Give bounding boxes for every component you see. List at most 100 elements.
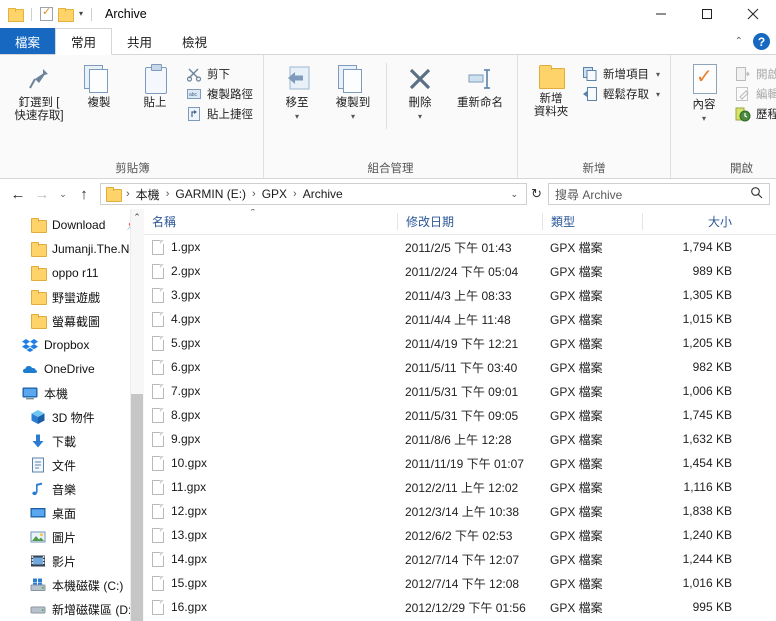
address-bar[interactable]: › 本機 › GARMIN (E:) › GPX › Archive ⌄ [100, 183, 528, 205]
column-header-type[interactable]: 類型 [542, 213, 642, 230]
divider [386, 63, 387, 129]
copy-button[interactable]: 複製 [72, 61, 126, 110]
sidebar-item-local-disk-c[interactable]: 本機磁碟 (C:) [0, 573, 144, 597]
tab-share[interactable]: 共用 [112, 28, 167, 54]
table-row[interactable]: 11.gpx 2012/2/11 上午 12:02 GPX 檔案 1,116 KB [144, 475, 776, 499]
column-header-name[interactable]: 名稱 ⌃ [144, 209, 397, 230]
file-date: 2011/5/31 下午 09:01 [405, 384, 519, 399]
sidebar-item-download[interactable]: Download 📌 [0, 213, 144, 237]
new-small-commands: 新增項目 ▾ 輕鬆存取 ▾ [580, 61, 664, 103]
sidebar-item-jumanji[interactable]: Jumanji.The.Ne [0, 237, 144, 261]
tab-file[interactable]: 檔案 [0, 28, 56, 54]
up-button[interactable]: ↑ [72, 182, 96, 206]
breadcrumb-item-3[interactable]: Archive [300, 187, 346, 201]
back-button[interactable]: ← [6, 182, 30, 206]
table-row[interactable]: 3.gpx 2011/4/3 上午 08:33 GPX 檔案 1,305 KB [144, 283, 776, 307]
file-type: GPX 檔案 [550, 576, 603, 591]
easy-access-button[interactable]: 輕鬆存取 ▾ [580, 85, 664, 103]
table-row[interactable]: 13.gpx 2012/6/2 下午 02:53 GPX 檔案 1,240 KB [144, 523, 776, 547]
maximize-button[interactable] [684, 0, 730, 28]
refresh-button[interactable]: ↻ [527, 186, 548, 202]
scrollbar-thumb[interactable] [131, 394, 143, 621]
minimize-button[interactable] [638, 0, 684, 28]
delete-button[interactable]: 刪除 ▾ [393, 61, 447, 123]
sidebar-item-onedrive[interactable]: OneDrive [0, 357, 144, 381]
properties-checkbox-icon[interactable] [40, 5, 53, 21]
clipboard-small-commands: 剪下 abc 複製路徑 貼上捷徑 [184, 61, 257, 123]
cut-button[interactable]: 剪下 [184, 65, 257, 83]
table-row[interactable]: 9.gpx 2011/8/6 上午 12:28 GPX 檔案 1,632 KB [144, 427, 776, 451]
copy-to-button[interactable]: 複製到 ▾ [326, 61, 380, 123]
folder-icon[interactable] [8, 8, 24, 22]
chevron-down-icon[interactable]: ▾ [656, 90, 660, 99]
sidebar-scrollbar[interactable]: ⌃ [130, 209, 144, 621]
table-row[interactable]: 5.gpx 2011/4/19 下午 12:21 GPX 檔案 1,205 KB [144, 331, 776, 355]
pin-to-quick-access-button[interactable]: 釘選到 [ 快速存取] [8, 61, 70, 123]
table-row[interactable]: 10.gpx 2011/11/19 下午 01:07 GPX 檔案 1,454 KB [144, 451, 776, 475]
file-name: 1.gpx [171, 240, 201, 254]
table-row[interactable]: 6.gpx 2011/5/11 下午 03:40 GPX 檔案 982 KB [144, 355, 776, 379]
history-button[interactable]: 歷程記錄 [733, 105, 776, 123]
column-header-date[interactable]: 修改日期 [397, 213, 542, 230]
search-input[interactable]: 搜尋 Archive [548, 183, 770, 205]
sidebar-item-documents[interactable]: 文件 [0, 453, 144, 477]
breadcrumb-item-0[interactable]: 本機 [133, 186, 163, 203]
table-row[interactable]: 1.gpx 2011/2/5 下午 01:43 GPX 檔案 1,794 KB [144, 235, 776, 259]
breadcrumb-item-2[interactable]: GPX [259, 187, 290, 201]
table-row[interactable]: 15.gpx 2012/7/14 下午 12:08 GPX 檔案 1,016 KB [144, 571, 776, 595]
properties-button[interactable]: 內容 ▾ [677, 61, 731, 125]
sidebar-item-videos[interactable]: 影片 [0, 549, 144, 573]
table-row[interactable]: 2.gpx 2011/2/24 下午 05:04 GPX 檔案 989 KB [144, 259, 776, 283]
table-row[interactable]: 14.gpx 2012/7/14 下午 12:07 GPX 檔案 1,244 KB [144, 547, 776, 571]
file-name: 13.gpx [171, 528, 208, 542]
sidebar-item-downloads[interactable]: 下載 [0, 429, 144, 453]
table-row[interactable]: 7.gpx 2011/5/31 下午 09:01 GPX 檔案 1,006 KB [144, 379, 776, 403]
chevron-down-icon[interactable]: ▾ [656, 70, 660, 79]
tab-view[interactable]: 檢視 [167, 28, 222, 54]
recent-locations-button[interactable]: ⌄ [54, 182, 72, 206]
table-row[interactable]: 8.gpx 2011/5/31 下午 09:05 GPX 檔案 1,745 KB [144, 403, 776, 427]
sidebar-item-new-volume-d[interactable]: 新增磁碟區 (D:) [0, 597, 144, 621]
file-name: 6.gpx [171, 360, 201, 374]
scroll-up-icon[interactable]: ⌃ [131, 211, 143, 223]
close-button[interactable] [730, 0, 776, 28]
paste-shortcut-button[interactable]: 貼上捷徑 [184, 105, 257, 123]
sidebar-item-pictures[interactable]: 圖片 [0, 525, 144, 549]
sidebar-item-music[interactable]: 音樂 [0, 477, 144, 501]
history-label: 歷程記錄 [756, 109, 776, 121]
content-area: Download 📌 Jumanji.The.Ne oppo r11 野蠻遊戲 … [0, 209, 776, 621]
table-row[interactable]: 16.gpx 2012/12/29 下午 01:56 GPX 檔案 995 KB [144, 595, 776, 619]
sidebar-item-oppo-r11[interactable]: oppo r11 [0, 261, 144, 285]
chevron-down-icon[interactable]: ▾ [79, 10, 83, 18]
search-icon[interactable] [750, 186, 763, 202]
new-item-button[interactable]: 新增項目 ▾ [580, 65, 664, 83]
rename-button[interactable]: 重新命名 [449, 61, 511, 110]
paste-button[interactable]: 貼上 [128, 61, 182, 110]
open-button[interactable]: 開啟 ▾ [733, 65, 776, 83]
edit-button[interactable]: 編輯 [733, 85, 776, 103]
sidebar-item-dropbox[interactable]: Dropbox [0, 333, 144, 357]
collapse-ribbon-icon[interactable]: ⌃ [735, 36, 743, 47]
new-folder-icon[interactable] [58, 8, 74, 22]
sidebar-item-this-pc[interactable]: 本機 [0, 381, 144, 405]
table-row[interactable]: 4.gpx 2011/4/4 上午 11:48 GPX 檔案 1,015 KB [144, 307, 776, 331]
sidebar-item-desktop[interactable]: 桌面 [0, 501, 144, 525]
sidebar-item-wild-game[interactable]: 野蠻遊戲 [0, 285, 144, 309]
file-type: GPX 檔案 [550, 600, 603, 615]
column-header-size[interactable]: 大小 [642, 213, 742, 230]
copy-path-button[interactable]: abc 複製路徑 [184, 85, 257, 103]
move-to-button[interactable]: 移至 ▾ [270, 61, 324, 123]
rename-label: 重新命名 [457, 97, 503, 109]
chevron-down-icon[interactable]: ⌄ [507, 189, 523, 200]
forward-button[interactable]: → [30, 182, 54, 206]
history-icon [735, 106, 751, 122]
breadcrumb-item-1[interactable]: GARMIN (E:) [172, 187, 249, 201]
sidebar-item-screenshots[interactable]: 螢幕截圖 [0, 309, 144, 333]
new-folder-button[interactable]: 新增 資料夾 [524, 61, 578, 119]
edit-label: 編輯 [756, 89, 776, 101]
column-headers: 名稱 ⌃ 修改日期 類型 大小 [144, 209, 776, 235]
sidebar-item-3d-objects[interactable]: 3D 物件 [0, 405, 144, 429]
help-button[interactable]: ? [753, 33, 770, 50]
tab-home[interactable]: 常用 [55, 28, 113, 55]
table-row[interactable]: 12.gpx 2012/3/14 上午 10:38 GPX 檔案 1,838 KB [144, 499, 776, 523]
